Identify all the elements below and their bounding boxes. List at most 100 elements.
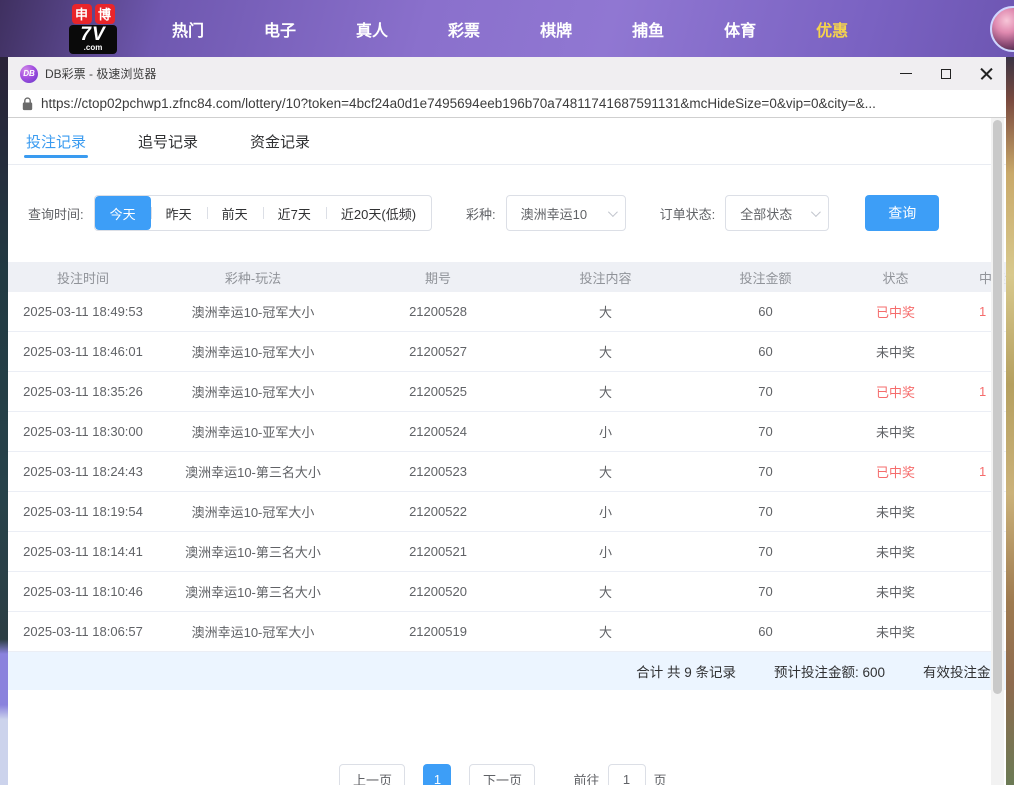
cell-bet-content: 大 bbox=[528, 622, 683, 641]
cell-bet-amount: 70 bbox=[683, 424, 848, 439]
status-select-value: 全部状态 bbox=[740, 204, 792, 223]
lottery-filter-label: 彩种: bbox=[466, 204, 496, 223]
header-bet-content: 投注内容 bbox=[528, 268, 683, 287]
cell-game-play: 澳洲幸运10-冠军大小 bbox=[158, 342, 348, 361]
table-row: 2025-03-11 18:14:41澳洲幸运10-第三名大小21200521小… bbox=[8, 532, 1006, 572]
prev-page-button[interactable]: 上一页 bbox=[339, 764, 405, 785]
time-filter-group: 今天 昨天 前天 近7天 近20天(低频) bbox=[94, 195, 432, 231]
cell-bet-time: 2025-03-11 18:35:26 bbox=[8, 384, 158, 399]
minimize-icon bbox=[900, 73, 912, 74]
record-tabs: 投注记录 追号记录 资金记录 bbox=[8, 118, 1006, 165]
chevron-down-icon bbox=[811, 207, 821, 217]
tab-chase-records[interactable]: 追号记录 bbox=[138, 118, 198, 164]
cell-period: 21200522 bbox=[348, 504, 528, 519]
header-period: 期号 bbox=[348, 268, 528, 287]
logo-com-text: .com bbox=[84, 44, 103, 52]
table-row: 2025-03-11 18:24:43澳洲幸运10-第三名大小21200523大… bbox=[8, 452, 1006, 492]
summary-bar: 合计 共 9 条记录 预计投注金额: 600 有效投注金额 bbox=[8, 652, 1006, 690]
cell-bet-time: 2025-03-11 18:14:41 bbox=[8, 544, 158, 559]
lottery-select[interactable]: 澳洲幸运10 bbox=[506, 195, 626, 231]
cell-bet-content: 小 bbox=[528, 502, 683, 521]
cell-period: 21200527 bbox=[348, 344, 528, 359]
cell-status: 已中奖 bbox=[848, 462, 943, 481]
nav-item-sports[interactable]: 体育 bbox=[709, 17, 771, 41]
time-option-last-20-days[interactable]: 近20天(低频) bbox=[326, 196, 431, 230]
logo-badges: 申 博 bbox=[72, 4, 115, 24]
tab-fund-records[interactable]: 资金记录 bbox=[250, 118, 310, 164]
table-row: 2025-03-11 18:10:46澳洲幸运10-第三名大小21200520大… bbox=[8, 572, 1006, 612]
page-content: 投注记录 追号记录 资金记录 查询时间: 今天 昨天 前天 近7天 近20天(低… bbox=[8, 118, 1006, 784]
cell-game-play: 澳洲幸运10-第三名大小 bbox=[158, 542, 348, 561]
cell-status: 未中奖 bbox=[848, 622, 943, 641]
maximize-button[interactable] bbox=[926, 57, 966, 90]
url-text[interactable]: https://ctop02pchwp1.zfnc84.com/lottery/… bbox=[41, 96, 876, 111]
page-unit-label: 页 bbox=[654, 770, 667, 785]
cell-bet-time: 2025-03-11 18:06:57 bbox=[8, 624, 158, 639]
cell-bet-amount: 70 bbox=[683, 384, 848, 399]
table-row: 2025-03-11 18:06:57澳洲幸运10-冠军大小21200519大6… bbox=[8, 612, 1006, 652]
cell-period: 21200524 bbox=[348, 424, 528, 439]
scrollbar-thumb[interactable] bbox=[993, 120, 1002, 694]
cell-game-play: 澳洲幸运10-冠军大小 bbox=[158, 302, 348, 321]
cell-bet-amount: 70 bbox=[683, 464, 848, 479]
cell-bet-content: 大 bbox=[528, 382, 683, 401]
window-titlebar[interactable]: DB DB彩票 - 极速浏览器 bbox=[8, 57, 1006, 90]
cell-bet-time: 2025-03-11 18:10:46 bbox=[8, 584, 158, 599]
cell-bet-content: 大 bbox=[528, 342, 683, 361]
main-nav: 热门 电子 真人 彩票 棋牌 捕鱼 体育 优惠 bbox=[142, 17, 878, 41]
cell-period: 21200528 bbox=[348, 304, 528, 319]
time-option-yesterday[interactable]: 昨天 bbox=[151, 196, 207, 230]
query-button[interactable]: 查询 bbox=[865, 195, 939, 231]
cell-status: 未中奖 bbox=[848, 342, 943, 361]
table-body: 2025-03-11 18:49:53澳洲幸运10-冠军大小21200528大6… bbox=[8, 292, 1006, 652]
header-game-play: 彩种-玩法 bbox=[158, 268, 348, 287]
nav-item-fishing[interactable]: 捕鱼 bbox=[617, 17, 679, 41]
window-controls bbox=[886, 57, 1006, 90]
cell-bet-amount: 70 bbox=[683, 584, 848, 599]
status-select[interactable]: 全部状态 bbox=[725, 195, 829, 231]
nav-item-slots[interactable]: 电子 bbox=[249, 17, 311, 41]
cell-bet-content: 小 bbox=[528, 422, 683, 441]
cell-period: 21200521 bbox=[348, 544, 528, 559]
bet-records-table: 投注时间 彩种-玩法 期号 投注内容 投注金额 状态 中奖金额 2025-03-… bbox=[8, 262, 1006, 652]
minimize-button[interactable] bbox=[886, 57, 926, 90]
cell-period: 21200520 bbox=[348, 584, 528, 599]
current-page-button[interactable]: 1 bbox=[423, 764, 451, 785]
time-filter-label: 查询时间: bbox=[28, 204, 84, 223]
nav-item-live[interactable]: 真人 bbox=[341, 17, 403, 41]
window-title: DB彩票 - 极速浏览器 bbox=[45, 65, 886, 82]
maximize-icon bbox=[941, 69, 951, 79]
cell-status: 未中奖 bbox=[848, 542, 943, 561]
table-row: 2025-03-11 18:35:26澳洲幸运10-冠军大小21200525大7… bbox=[8, 372, 1006, 412]
site-logo[interactable]: 申 博 7V .com bbox=[68, 4, 118, 54]
address-bar[interactable]: https://ctop02pchwp1.zfnc84.com/lottery/… bbox=[8, 90, 1006, 118]
time-option-last-7-days[interactable]: 近7天 bbox=[263, 196, 326, 230]
nav-item-promo[interactable]: 优惠 bbox=[801, 17, 863, 41]
lottery-select-value: 澳洲幸运10 bbox=[521, 204, 587, 223]
nav-item-hot[interactable]: 热门 bbox=[157, 17, 219, 41]
desktop-background-right bbox=[1006, 57, 1014, 785]
close-button[interactable] bbox=[966, 57, 1006, 90]
tab-bet-records[interactable]: 投注记录 bbox=[26, 118, 86, 164]
header-status: 状态 bbox=[848, 268, 943, 287]
next-page-button[interactable]: 下一页 bbox=[469, 764, 535, 785]
table-header-row: 投注时间 彩种-玩法 期号 投注内容 投注金额 状态 中奖金额 bbox=[8, 262, 1006, 292]
cell-status: 已中奖 bbox=[848, 382, 943, 401]
user-avatar[interactable] bbox=[990, 6, 1014, 52]
table-row: 2025-03-11 18:30:00澳洲幸运10-亚军大小21200524小7… bbox=[8, 412, 1006, 452]
table-row: 2025-03-11 18:49:53澳洲幸运10-冠军大小21200528大6… bbox=[8, 292, 1006, 332]
cell-bet-content: 小 bbox=[528, 542, 683, 561]
time-option-day-before[interactable]: 前天 bbox=[207, 196, 263, 230]
screen: 申 博 7V .com 热门 电子 真人 彩票 棋牌 捕鱼 体育 优惠 DB D… bbox=[0, 0, 1014, 785]
nav-item-chess[interactable]: 棋牌 bbox=[525, 17, 587, 41]
time-option-today[interactable]: 今天 bbox=[95, 196, 151, 230]
table-row: 2025-03-11 18:46:01澳洲幸运10-冠军大小21200527大6… bbox=[8, 332, 1006, 372]
goto-page-input[interactable] bbox=[608, 764, 646, 785]
header-bet-amount: 投注金额 bbox=[683, 268, 848, 287]
goto-page-label: 前往 bbox=[573, 770, 599, 785]
cell-bet-content: 大 bbox=[528, 302, 683, 321]
lock-icon bbox=[22, 97, 33, 111]
cell-bet-amount: 60 bbox=[683, 304, 848, 319]
nav-item-lottery[interactable]: 彩票 bbox=[433, 17, 495, 41]
cell-game-play: 澳洲幸运10-冠军大小 bbox=[158, 622, 348, 641]
